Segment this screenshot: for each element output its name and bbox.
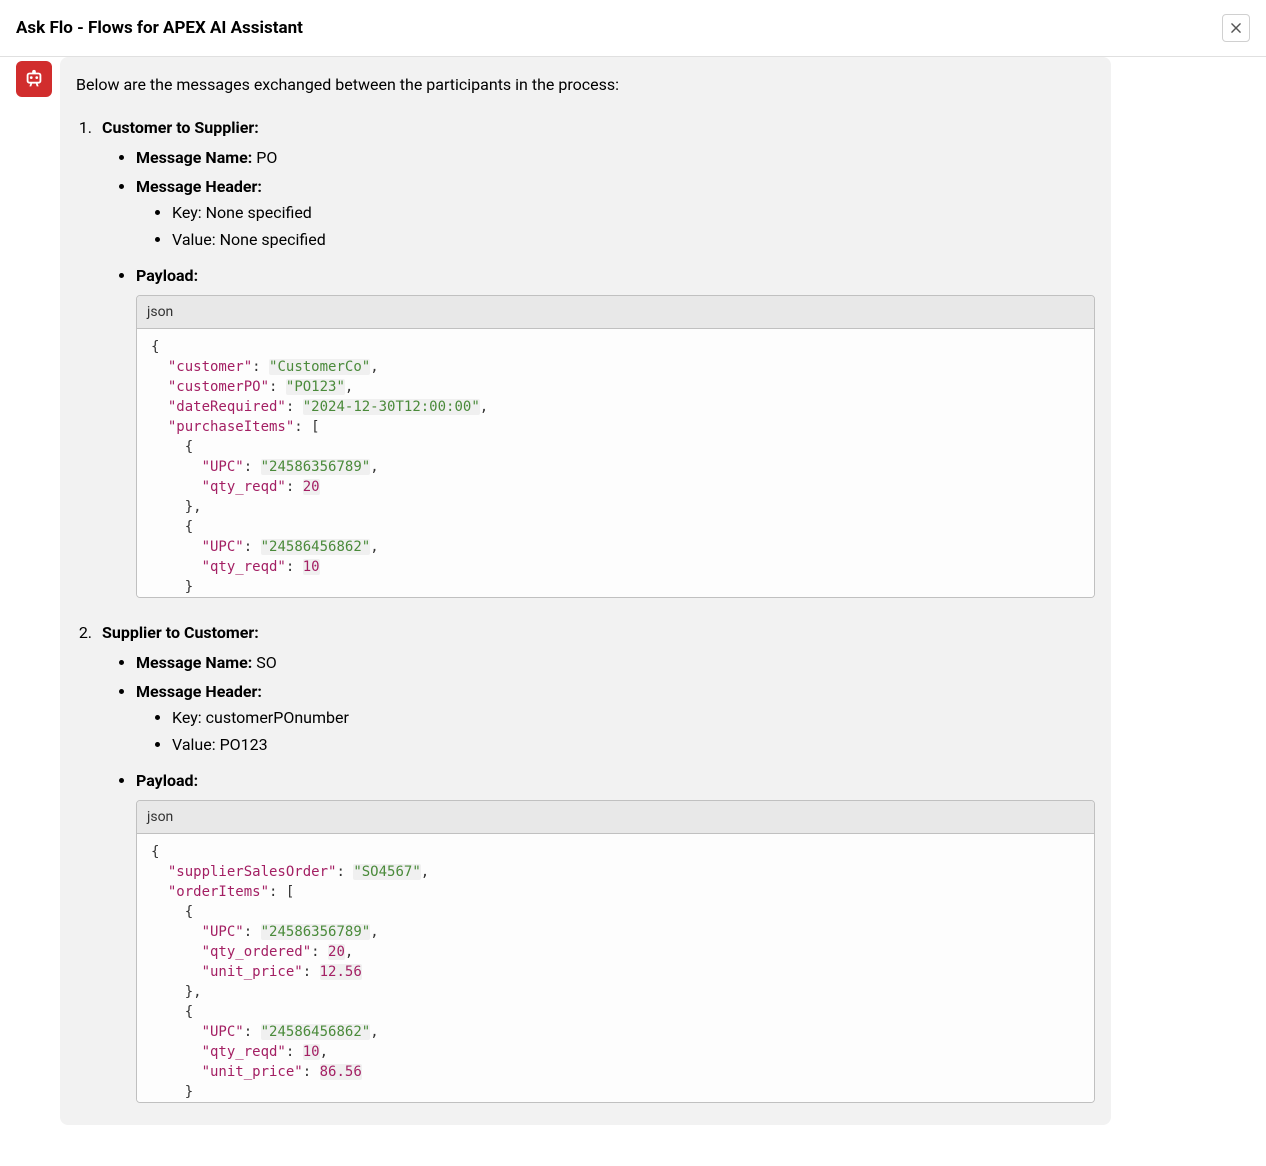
message-title: Supplier to Customer: <box>102 623 259 642</box>
payload-label: Payload: <box>136 771 198 790</box>
json-code: { "customer": "CustomerCo", "customerPO"… <box>137 329 1094 597</box>
message-name-value: SO <box>256 653 277 672</box>
message-name-label: Message Name: <box>136 653 252 672</box>
json-code: { "supplierSalesOrder": "SO4567", "order… <box>137 834 1094 1102</box>
header-details: Key: customerPOnumberValue: PO123 <box>172 705 1095 758</box>
message-header-row: Message Header: Key: None specifiedValue:… <box>136 174 1095 253</box>
header-key-row: Key: customerPOnumber <box>172 705 1095 731</box>
message-header-label: Message Header: <box>136 177 262 196</box>
message-name-value: PO <box>256 148 277 167</box>
messages-list: Customer to Supplier:Message Name: POMes… <box>96 115 1095 1103</box>
header-value-row: Value: PO123 <box>172 732 1095 758</box>
assistant-avatar <box>16 61 52 97</box>
payload-row: Payload: json{ "supplierSalesOrder": "SO4… <box>136 768 1095 1103</box>
code-block: json{ "customer": "CustomerCo", "custome… <box>136 295 1095 598</box>
header-details: Key: None specifiedValue: None specified <box>172 200 1095 253</box>
header-value-row: Value: None specified <box>172 227 1095 253</box>
message-item: Supplier to Customer:Message Name: SOMes… <box>96 620 1095 1103</box>
message-title: Customer to Supplier: <box>102 118 259 137</box>
header-key-row: Key: None specified <box>172 200 1095 226</box>
close-button[interactable] <box>1222 14 1250 42</box>
code-block: json{ "supplierSalesOrder": "SO4567", "o… <box>136 800 1095 1103</box>
message-header-row: Message Header: Key: customerPOnumberValu… <box>136 679 1095 758</box>
message-name-row: Message Name: SO <box>136 650 1095 676</box>
code-body[interactable]: { "customer": "CustomerCo", "customerPO"… <box>137 329 1094 597</box>
payload-label: Payload: <box>136 266 198 285</box>
intro-text: Below are the messages exchanged between… <box>76 73 1095 97</box>
payload-row: Payload: json{ "customer": "CustomerCo", … <box>136 263 1095 598</box>
message-header-label: Message Header: <box>136 682 262 701</box>
message-body: Below are the messages exchanged between… <box>60 57 1111 1125</box>
code-language-label: json <box>137 801 1094 834</box>
avatar-column <box>0 57 60 1125</box>
code-body[interactable]: { "supplierSalesOrder": "SO4567", "order… <box>137 834 1094 1102</box>
dialog-title: Ask Flo - Flows for APEX AI Assistant <box>16 18 303 38</box>
message-details: Message Name: SO Message Header: Key: cust… <box>136 650 1095 1103</box>
code-language-label: json <box>137 296 1094 329</box>
content-wrapper: Below are the messages exchanged between… <box>0 57 1266 1125</box>
message-item: Customer to Supplier:Message Name: POMes… <box>96 115 1095 598</box>
bot-icon <box>23 68 45 90</box>
message-name-label: Message Name: <box>136 148 252 167</box>
close-icon <box>1229 21 1243 35</box>
message-name-row: Message Name: PO <box>136 145 1095 171</box>
message-details: Message Name: PO Message Header: Key: None… <box>136 145 1095 598</box>
dialog-header: Ask Flo - Flows for APEX AI Assistant <box>0 0 1266 57</box>
